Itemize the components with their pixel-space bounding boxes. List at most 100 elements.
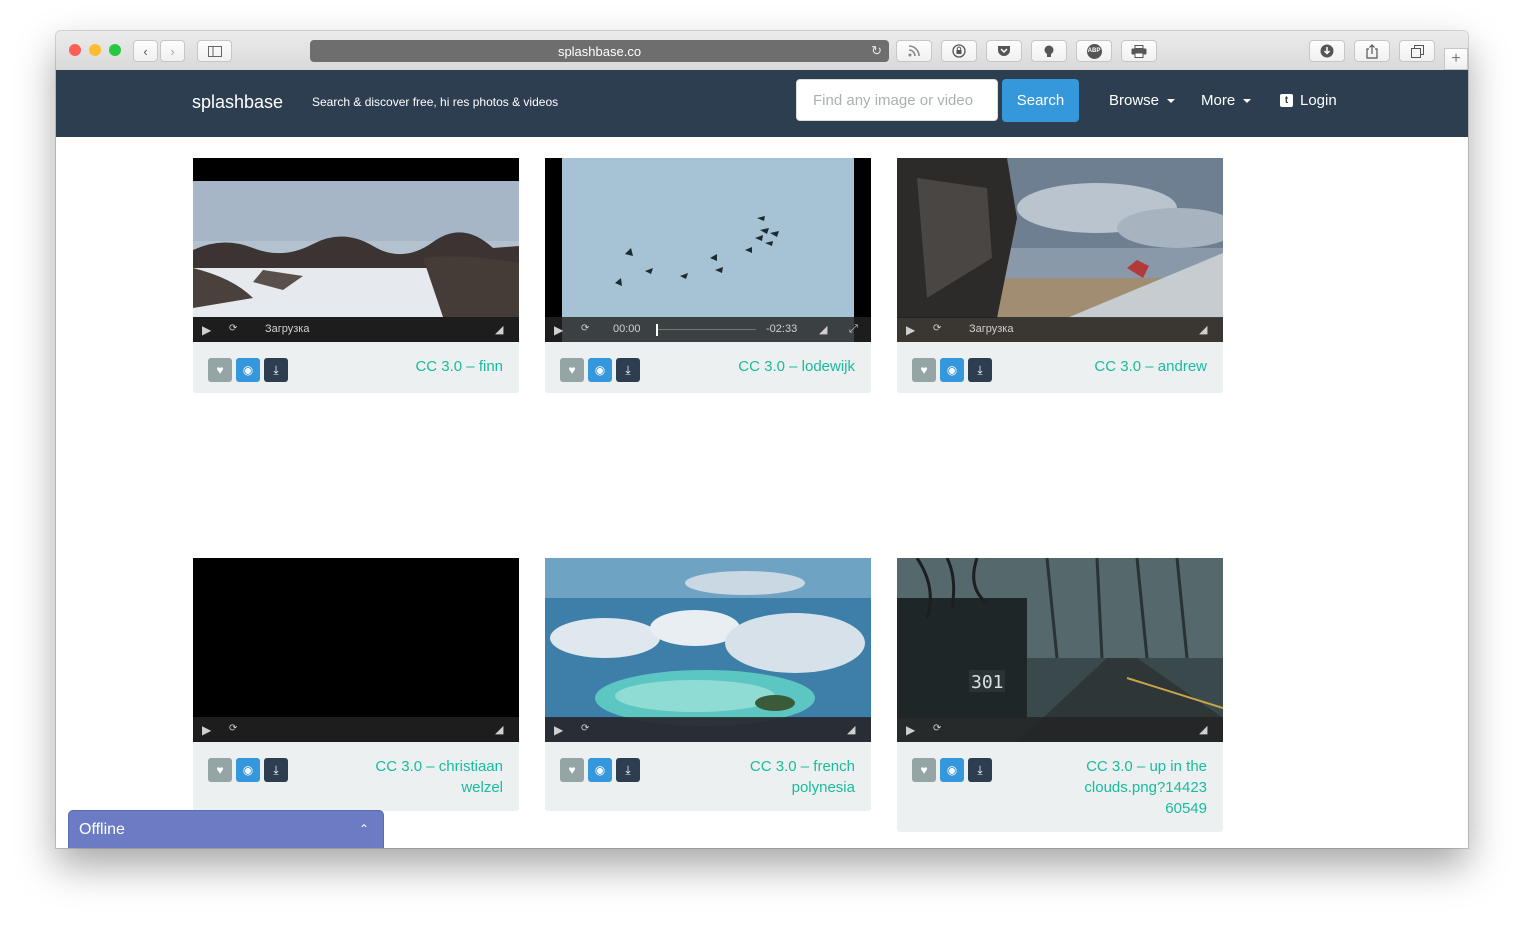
rewind-30-icon[interactable]: ⟳ — [581, 723, 589, 734]
view-button[interactable]: ◉ — [588, 358, 612, 382]
login-link[interactable]: t Login — [1280, 92, 1337, 109]
download-button[interactable]: ⤓ — [264, 758, 288, 782]
volume-icon[interactable]: ◢ — [1199, 323, 1207, 336]
chevron-up-icon[interactable]: ⌃ — [359, 822, 369, 836]
password-icon[interactable] — [941, 40, 977, 62]
play-icon[interactable]: ▶ — [906, 323, 915, 337]
card-actions: ♥ ◉ ⤓ CC 3.0 – up in the clouds.png?1442… — [897, 742, 1223, 832]
rewind-30-icon[interactable]: ⟳ — [933, 323, 941, 334]
video-player[interactable]: ▶ ⟳ ◢ — [545, 558, 871, 742]
tabs-icon[interactable] — [1399, 40, 1435, 62]
video-player[interactable]: 301 ▶ ⟳ ◢ — [897, 558, 1223, 742]
volume-icon[interactable]: ◢ — [819, 323, 827, 336]
video-controls: ▶ ⟳ Загрузка ◢ — [897, 317, 1223, 342]
rewind-30-icon[interactable]: ⟳ — [229, 323, 237, 334]
media-card: ▶ ⟳ Загрузка ◢ ♥ ◉ ⤓ CC 3.0 – andrew — [897, 158, 1223, 393]
back-icon[interactable]: ‹ — [133, 40, 158, 62]
volume-icon[interactable]: ◢ — [495, 723, 503, 736]
heart-icon: ♥ — [920, 363, 928, 377]
print-icon[interactable] — [1121, 40, 1157, 62]
download-button[interactable]: ⤓ — [968, 358, 992, 382]
address-bar[interactable]: splashbase.co ↻ — [310, 40, 889, 62]
license-link[interactable]: CC 3.0 — [750, 758, 797, 775]
author-link[interactable]: christiaan welzel — [439, 758, 503, 796]
author-link[interactable]: finn — [479, 358, 503, 375]
forward-icon[interactable]: › — [160, 40, 185, 62]
license-link[interactable]: CC 3.0 — [415, 358, 462, 375]
play-icon[interactable]: ▶ — [554, 323, 563, 337]
brand-logo[interactable]: splashbase — [192, 92, 283, 113]
download-button[interactable]: ⤓ — [968, 758, 992, 782]
video-controls: ▶ ⟳ ◢ — [897, 717, 1223, 742]
volume-icon[interactable]: ◢ — [847, 723, 855, 736]
progress-track[interactable] — [658, 329, 756, 330]
play-icon[interactable]: ▶ — [554, 723, 563, 737]
search-button[interactable]: Search — [1002, 79, 1079, 122]
search-input[interactable] — [796, 79, 998, 121]
author-link[interactable]: andrew — [1158, 358, 1207, 375]
like-button[interactable]: ♥ — [560, 758, 584, 782]
pocket-icon[interactable] — [986, 40, 1022, 62]
sidebar-icon[interactable] — [197, 40, 232, 62]
license-link[interactable]: CC 3.0 — [1086, 758, 1133, 775]
play-icon[interactable]: ▶ — [202, 723, 211, 737]
minimize-window-button[interactable] — [89, 44, 101, 56]
like-button[interactable]: ♥ — [912, 358, 936, 382]
fullscreen-icon[interactable]: ⤢ — [849, 323, 858, 336]
login-label: Login — [1300, 92, 1337, 109]
video-player[interactable]: ▶ ⟳ Загрузка ◢ — [897, 158, 1223, 342]
browse-menu[interactable]: Browse — [1109, 92, 1176, 109]
url-text: splashbase.co — [557, 43, 642, 59]
view-button[interactable]: ◉ — [940, 758, 964, 782]
video-controls: ▶ ⟳ ◢ — [545, 717, 871, 742]
view-button[interactable]: ◉ — [940, 358, 964, 382]
close-window-button[interactable] — [69, 44, 81, 56]
eye-icon: ◉ — [242, 763, 254, 777]
heart-icon: ♥ — [568, 363, 576, 377]
video-player[interactable]: ▶ ⟳ ◢ — [193, 558, 519, 742]
download-button[interactable]: ⤓ — [264, 358, 288, 382]
bulb-icon[interactable] — [1031, 40, 1067, 62]
new-tab-icon[interactable]: + — [1444, 48, 1468, 70]
like-button[interactable]: ♥ — [208, 358, 232, 382]
view-button[interactable]: ◉ — [236, 758, 260, 782]
heart-icon: ♥ — [216, 363, 224, 377]
download-button[interactable]: ⤓ — [616, 358, 640, 382]
video-thumbnail — [545, 158, 871, 342]
like-button[interactable]: ♥ — [560, 358, 584, 382]
video-thumbnail — [897, 158, 1223, 342]
view-button[interactable]: ◉ — [236, 358, 260, 382]
media-card: ▶ ⟳ Загрузка ◢ ♥ ◉ ⤓ CC 3.0 – finn — [193, 158, 519, 393]
like-button[interactable]: ♥ — [208, 758, 232, 782]
rewind-30-icon[interactable]: ⟳ — [581, 323, 589, 334]
card-actions: ♥ ◉ ⤓ CC 3.0 – finn — [193, 342, 519, 393]
download-icon[interactable] — [1309, 40, 1345, 62]
volume-icon[interactable]: ◢ — [1199, 723, 1207, 736]
play-icon[interactable]: ▶ — [202, 323, 211, 337]
scrubber-handle[interactable] — [656, 324, 658, 336]
like-button[interactable]: ♥ — [912, 758, 936, 782]
eye-icon: ◉ — [242, 363, 254, 377]
download-button[interactable]: ⤓ — [616, 758, 640, 782]
zoom-window-button[interactable] — [109, 44, 121, 56]
abp-icon[interactable]: ABP — [1076, 40, 1112, 62]
play-icon[interactable]: ▶ — [906, 723, 915, 737]
download-arrow-icon: ⤓ — [273, 762, 279, 777]
share-icon[interactable] — [1354, 40, 1390, 62]
rss-icon[interactable] — [896, 40, 932, 62]
author-link[interactable]: lodewijk — [802, 358, 855, 375]
more-menu[interactable]: More — [1201, 92, 1252, 109]
video-player[interactable]: ▶ ⟳ Загрузка ◢ — [193, 158, 519, 342]
reload-icon[interactable]: ↻ — [871, 43, 882, 59]
video-thumbnail — [193, 158, 519, 342]
view-button[interactable]: ◉ — [588, 758, 612, 782]
offline-widget[interactable]: Offline ⌃ — [68, 810, 384, 848]
rewind-30-icon[interactable]: ⟳ — [933, 723, 941, 734]
rewind-30-icon[interactable]: ⟳ — [229, 723, 237, 734]
license-link[interactable]: CC 3.0 — [1094, 358, 1141, 375]
license-link[interactable]: CC 3.0 — [375, 758, 422, 775]
volume-icon[interactable]: ◢ — [495, 323, 503, 336]
license-link[interactable]: CC 3.0 — [738, 358, 785, 375]
video-player[interactable]: ▶ ⟳ 00:00 -02:33 ◢ ⤢ — [545, 158, 871, 342]
offline-label: Offline — [79, 821, 125, 838]
